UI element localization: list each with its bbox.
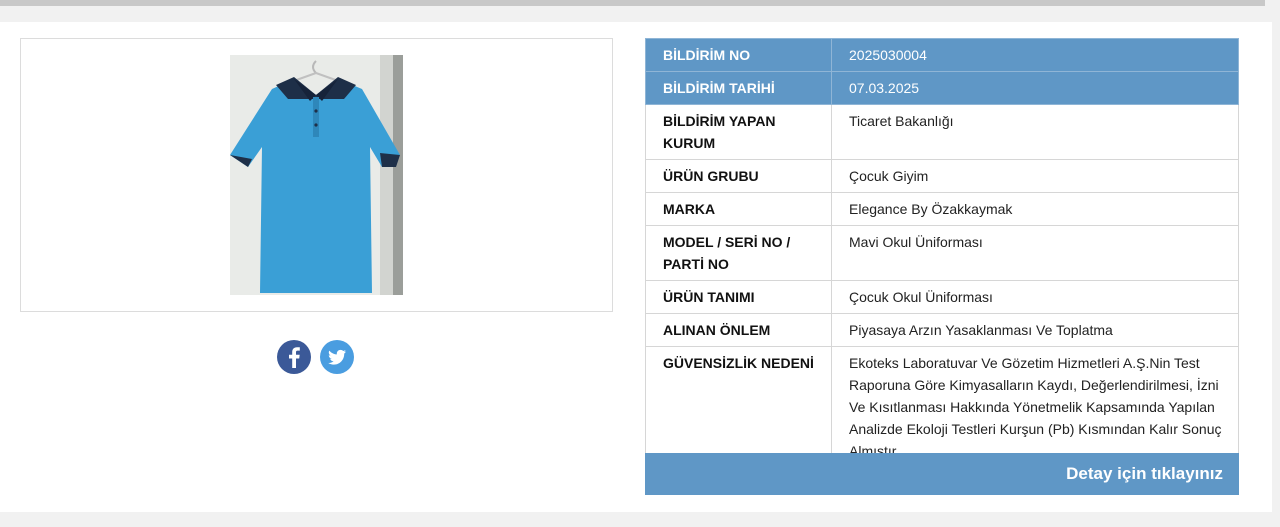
detail-link-button[interactable]: Detay için tıklayınız: [645, 453, 1239, 495]
row-value: Mavi Okul Üniforması: [831, 225, 1239, 281]
row-value: Piyasaya Arzın Yasaklanması Ve Toplatma: [831, 313, 1239, 347]
row-value: Çocuk Okul Üniforması: [831, 280, 1239, 314]
row-label: ÜRÜN TANIMI: [645, 280, 832, 314]
table-row: BİLDİRİM TARİHİ 07.03.2025: [645, 71, 1239, 105]
row-value: Ticaret Bakanlığı: [831, 104, 1239, 160]
table-row: BİLDİRİM YAPAN KURUM Ticaret Bakanlığı: [645, 104, 1239, 160]
table-row: ALINAN ÖNLEM Piyasaya Arzın Yasaklanması…: [645, 313, 1239, 347]
notification-details-table: BİLDİRİM NO 2025030004 BİLDİRİM TARİHİ 0…: [645, 38, 1239, 468]
row-label: BİLDİRİM TARİHİ: [645, 71, 832, 105]
table-row: ÜRÜN TANIMI Çocuk Okul Üniforması: [645, 280, 1239, 314]
facebook-share-button[interactable]: [277, 340, 311, 374]
table-row: MARKA Elegance By Özakkaymak: [645, 192, 1239, 226]
row-value: 07.03.2025: [831, 71, 1239, 105]
top-scroll-bar: [0, 0, 1265, 6]
twitter-share-button[interactable]: [320, 340, 354, 374]
table-row: GÜVENSİZLİK NEDENİ Ekoteks Laboratuvar V…: [645, 346, 1239, 468]
row-value: 2025030004: [831, 38, 1239, 72]
row-label: MARKA: [645, 192, 832, 226]
table-row: ÜRÜN GRUBU Çocuk Giyim: [645, 159, 1239, 193]
share-buttons: [277, 340, 354, 374]
row-label: BİLDİRİM NO: [645, 38, 832, 72]
row-label: ALINAN ÖNLEM: [645, 313, 832, 347]
row-value: Çocuk Giyim: [831, 159, 1239, 193]
facebook-icon: [289, 347, 300, 368]
row-label: BİLDİRİM YAPAN KURUM: [645, 104, 832, 160]
twitter-icon: [328, 349, 346, 365]
table-row: BİLDİRİM NO 2025030004: [645, 38, 1239, 72]
row-label: ÜRÜN GRUBU: [645, 159, 832, 193]
row-label: GÜVENSİZLİK NEDENİ: [645, 346, 832, 468]
row-value: Ekoteks Laboratuvar Ve Gözetim Hizmetler…: [831, 346, 1239, 468]
table-row: MODEL / SERİ NO / PARTİ NO Mavi Okul Üni…: [645, 225, 1239, 281]
product-image-box: [20, 38, 613, 312]
row-value: Elegance By Özakkaymak: [831, 192, 1239, 226]
product-photo[interactable]: [230, 55, 403, 295]
notification-card: BİLDİRİM NO 2025030004 BİLDİRİM TARİHİ 0…: [0, 22, 1272, 512]
row-label: MODEL / SERİ NO / PARTİ NO: [645, 225, 832, 281]
